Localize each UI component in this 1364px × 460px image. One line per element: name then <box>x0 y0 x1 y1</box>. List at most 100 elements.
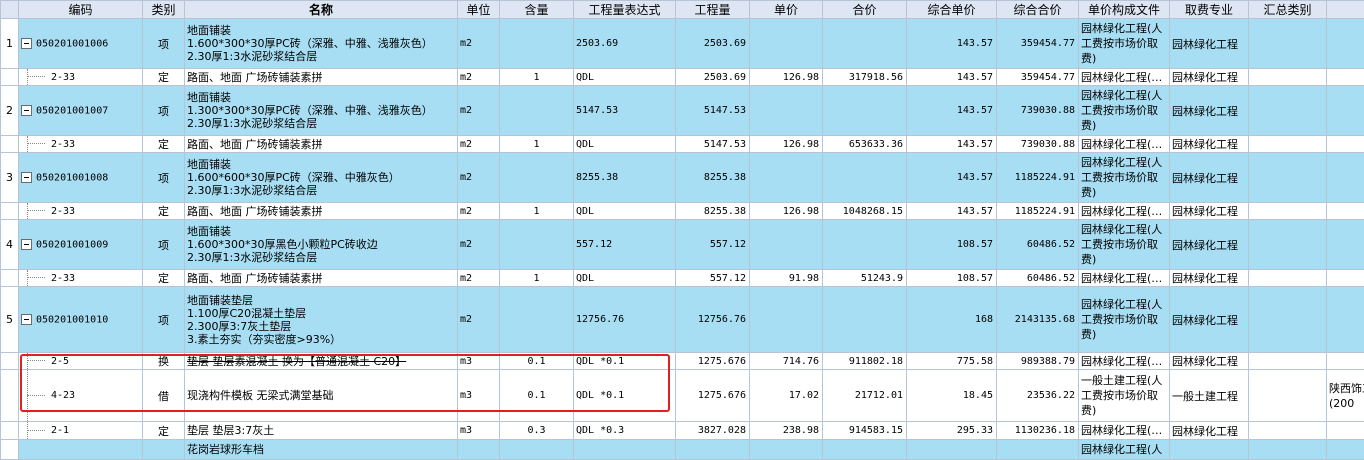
comprehensive-total-cell[interactable]: 1130236.18 <box>997 422 1079 440</box>
collapse-icon[interactable] <box>21 172 32 183</box>
total-price-cell[interactable]: 1048268.15 <box>823 203 907 220</box>
quantity-cell[interactable]: 557.12 <box>676 220 750 270</box>
comprehensive-unit-price-cell[interactable]: 108.57 <box>907 270 997 287</box>
content-cell[interactable] <box>500 287 574 353</box>
content-cell[interactable]: 0.1 <box>500 370 574 422</box>
unit-cell[interactable]: m2 <box>458 19 500 69</box>
unit-price-cell[interactable]: 91.98 <box>750 270 823 287</box>
unit-cell[interactable]: m3 <box>458 370 500 422</box>
total-price-cell[interactable]: 914583.15 <box>823 422 907 440</box>
type-cell[interactable]: 定 <box>143 136 185 153</box>
unit-cell[interactable]: m2 <box>458 270 500 287</box>
quantity-cell[interactable]: 3827.028 <box>676 422 750 440</box>
table-row-sub[interactable]: 2-33定路面、地面 广场砖铺装素拼m21QDL5147.53126.98653… <box>1 136 1364 153</box>
summary-category-cell[interactable] <box>1249 287 1327 353</box>
code-cell[interactable]: 2-33 <box>19 270 143 287</box>
summary-category-cell[interactable] <box>1249 69 1327 86</box>
summary-category-cell[interactable] <box>1249 203 1327 220</box>
code-cell[interactable]: 2-33 <box>19 203 143 220</box>
unit-price-cell[interactable] <box>750 86 823 136</box>
name-cell[interactable]: 地面铺装1.600*300*30厚黑色小颗粒PC砖收边2.30厚1:3水泥砂浆结… <box>185 220 458 270</box>
total-price-cell[interactable]: 21712.01 <box>823 370 907 422</box>
unit-cell[interactable]: m3 <box>458 353 500 370</box>
type-cell[interactable]: 项 <box>143 86 185 136</box>
name-cell[interactable]: 路面、地面 广场砖铺装素拼 <box>185 69 458 86</box>
code-cell[interactable]: 050201001008 <box>19 153 143 203</box>
fee-specialty-cell[interactable]: 园林绿化工程 <box>1170 287 1249 353</box>
quantity-cell[interactable]: 1275.676 <box>676 370 750 422</box>
total-price-cell[interactable] <box>823 153 907 203</box>
comprehensive-unit-price-cell[interactable]: 108.57 <box>907 220 997 270</box>
total-price-cell[interactable]: 51243.9 <box>823 270 907 287</box>
comprehensive-total-cell[interactable]: 2143135.68 <box>997 287 1079 353</box>
table-row-item[interactable]: 3050201001008项地面铺装1.600*600*30厚PC砖（深雅、中雅… <box>1 153 1364 203</box>
code-cell[interactable]: 050201001007 <box>19 86 143 136</box>
summary-category-cell[interactable] <box>1249 19 1327 69</box>
expression-cell[interactable]: QDL <box>574 270 676 287</box>
table-row-sub[interactable]: 2-33定路面、地面 广场砖铺装素拼m21QDL2503.69126.98317… <box>1 69 1364 86</box>
summary-category-cell[interactable] <box>1249 153 1327 203</box>
content-cell[interactable]: 1 <box>500 136 574 153</box>
type-cell[interactable]: 项 <box>143 287 185 353</box>
expression-cell[interactable]: 8255.38 <box>574 153 676 203</box>
fee-specialty-cell[interactable]: 园林绿化工程 <box>1170 270 1249 287</box>
comprehensive-unit-price-cell[interactable]: 143.57 <box>907 136 997 153</box>
table-row-item[interactable]: 5050201001010项地面铺装垫层1.100厚C20混凝土垫层2.300厚… <box>1 287 1364 353</box>
fee-specialty-cell[interactable]: 园林绿化工程 <box>1170 203 1249 220</box>
fee-specialty-cell[interactable]: 一般土建工程 <box>1170 370 1249 422</box>
content-cell[interactable] <box>500 220 574 270</box>
code-cell[interactable]: 2-1 <box>19 422 143 440</box>
price-file-cell[interactable]: 园林绿化工程(人工费按市场价取费) <box>1079 287 1170 353</box>
header-code[interactable]: 编码 <box>19 1 143 19</box>
type-cell[interactable]: 定 <box>143 270 185 287</box>
quantity-cell[interactable]: 5147.53 <box>676 136 750 153</box>
header-unit-price[interactable]: 单价 <box>750 1 823 19</box>
comprehensive-total-cell[interactable]: 1185224.91 <box>997 203 1079 220</box>
expression-cell[interactable]: 12756.76 <box>574 287 676 353</box>
quantity-cell[interactable]: 12756.76 <box>676 287 750 353</box>
price-file-cell[interactable]: 园林绿化工程(… <box>1079 136 1170 153</box>
unit-price-cell[interactable] <box>750 19 823 69</box>
name-cell[interactable]: 垫层 垫层素混凝土 换为【普通混凝土 C20】 <box>185 353 458 370</box>
comprehensive-total-cell[interactable]: 23536.22 <box>997 370 1079 422</box>
code-cell[interactable]: 050201001006 <box>19 19 143 69</box>
quantity-cell[interactable]: 8255.38 <box>676 153 750 203</box>
fee-specialty-cell[interactable]: 园林绿化工程 <box>1170 220 1249 270</box>
comprehensive-total-cell[interactable]: 60486.52 <box>997 270 1079 287</box>
fee-specialty-cell[interactable]: 园林绿化工程 <box>1170 19 1249 69</box>
total-price-cell[interactable]: 317918.56 <box>823 69 907 86</box>
content-cell[interactable] <box>500 19 574 69</box>
code-cell[interactable]: 050201001009 <box>19 220 143 270</box>
name-cell[interactable]: 现浇构件模板 无梁式满堂基础 <box>185 370 458 422</box>
header-price-file[interactable]: 单价构成文件 <box>1079 1 1170 19</box>
summary-category-cell[interactable] <box>1249 136 1327 153</box>
table-row-item[interactable]: 4050201001009项地面铺装1.600*300*30厚黑色小颗粒PC砖收… <box>1 220 1364 270</box>
price-file-cell[interactable]: 园林绿化工程(… <box>1079 203 1170 220</box>
fee-specialty-cell[interactable]: 园林绿化工程 <box>1170 422 1249 440</box>
comprehensive-unit-price-cell[interactable]: 143.57 <box>907 69 997 86</box>
content-cell[interactable]: 0.1 <box>500 353 574 370</box>
header-total-price[interactable]: 合价 <box>823 1 907 19</box>
summary-category-cell[interactable] <box>1249 270 1327 287</box>
type-cell[interactable]: 项 <box>143 220 185 270</box>
quantity-cell[interactable]: 8255.38 <box>676 203 750 220</box>
comprehensive-unit-price-cell[interactable]: 143.57 <box>907 19 997 69</box>
price-file-cell[interactable]: 园林绿化工程(人工费按市场价取费) <box>1079 153 1170 203</box>
collapse-icon[interactable] <box>21 38 32 49</box>
quantity-cell[interactable]: 2503.69 <box>676 19 750 69</box>
expression-cell[interactable]: QDL *0.1 <box>574 370 676 422</box>
code-cell[interactable]: 2-33 <box>19 136 143 153</box>
comprehensive-total-cell[interactable]: 359454.77 <box>997 19 1079 69</box>
collapse-icon[interactable] <box>21 314 32 325</box>
unit-cell[interactable]: m2 <box>458 220 500 270</box>
code-cell[interactable]: 2-33 <box>19 69 143 86</box>
header-comprehensive-unit-price[interactable]: 综合单价 <box>907 1 997 19</box>
content-cell[interactable]: 1 <box>500 69 574 86</box>
name-cell[interactable]: 地面铺装1.300*300*30厚PC砖（深雅、中雅、浅雅灰色）2.30厚1:3… <box>185 86 458 136</box>
expression-cell[interactable]: QDL <box>574 69 676 86</box>
comprehensive-total-cell[interactable]: 359454.77 <box>997 69 1079 86</box>
expression-cell[interactable]: 5147.53 <box>574 86 676 136</box>
type-cell[interactable]: 项 <box>143 153 185 203</box>
total-price-cell[interactable] <box>823 220 907 270</box>
fee-specialty-cell[interactable]: 园林绿化工程 <box>1170 86 1249 136</box>
